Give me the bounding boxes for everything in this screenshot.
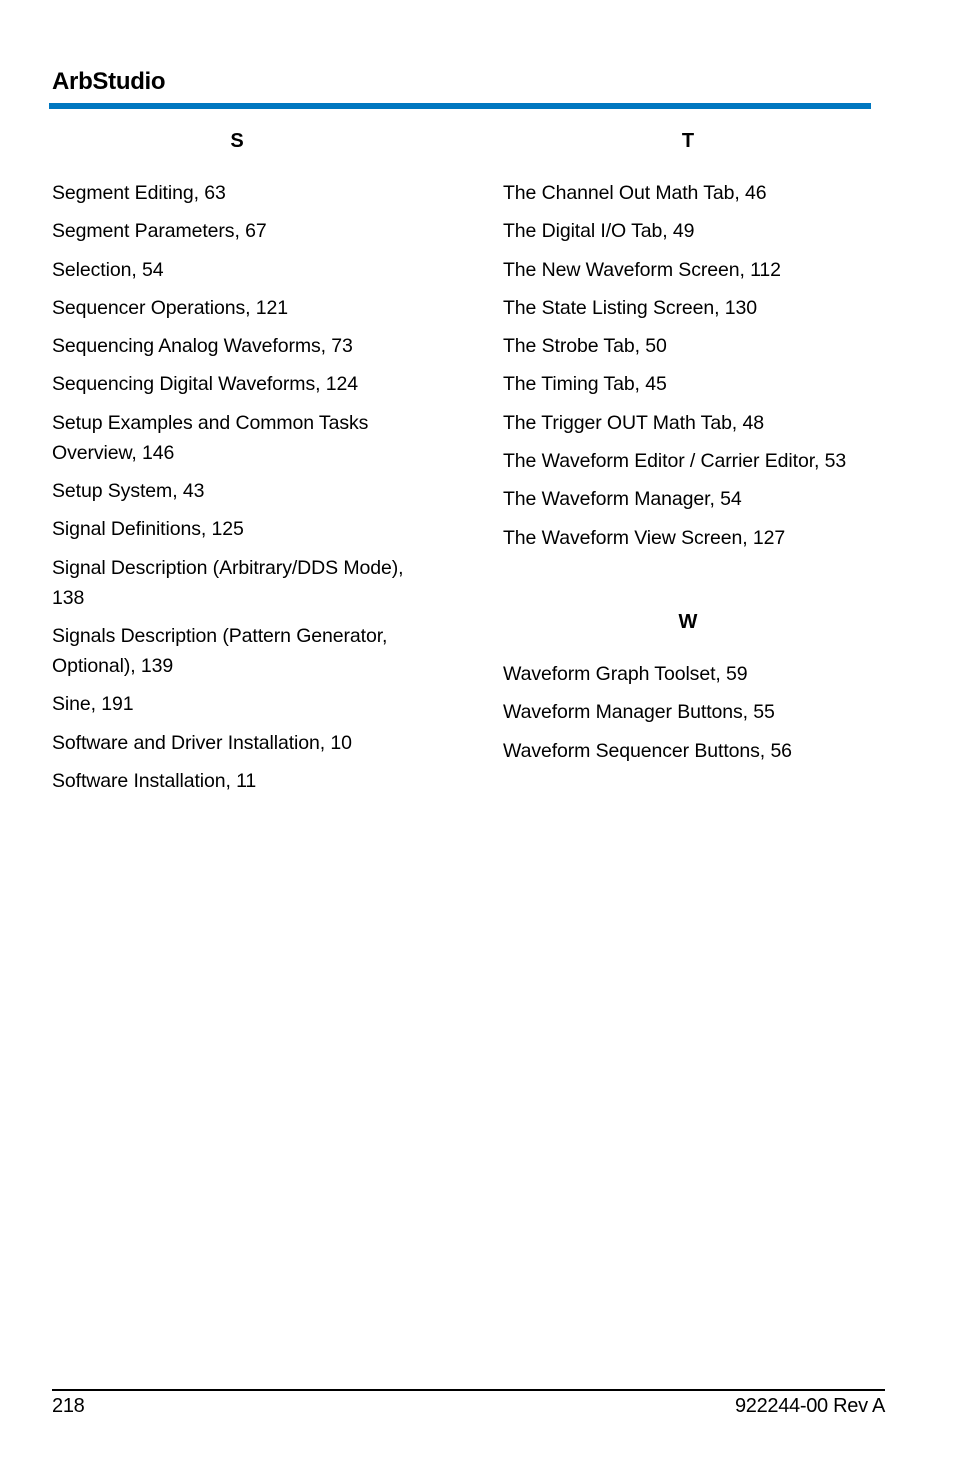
index-letter-heading: S: [230, 130, 244, 152]
header-rule: [49, 103, 871, 109]
index-entry[interactable]: The Waveform View Screen, 127: [503, 523, 873, 553]
index-entry[interactable]: Sequencing Analog Waveforms, 73: [52, 331, 422, 361]
index-entry[interactable]: Sequencer Operations, 121: [52, 293, 422, 323]
index-letter-heading: T: [681, 130, 695, 152]
page-number: 218: [52, 1395, 85, 1417]
index-entry[interactable]: Software Installation, 11: [52, 766, 422, 796]
index-entry[interactable]: Signals Description (Pattern Generator, …: [52, 621, 422, 681]
index-entry[interactable]: Sequencing Digital Waveforms, 124: [52, 369, 422, 399]
index-entry[interactable]: Segment Editing, 63: [52, 178, 422, 208]
index-entry[interactable]: Waveform Manager Buttons, 55: [503, 697, 873, 727]
index-column-left: S Segment Editing, 63 Segment Parameters, …: [52, 124, 422, 804]
index-letter-heading: W: [678, 610, 698, 633]
index-entry[interactable]: The Timing Tab, 45: [503, 369, 873, 399]
document-id: 922244-00 Rev A: [734, 1395, 885, 1417]
index-entry[interactable]: The New Waveform Screen, 112: [503, 255, 873, 285]
footer-rule: [52, 1389, 885, 1391]
index-entry[interactable]: Segment Parameters, 67: [52, 216, 422, 246]
index-entry[interactable]: The Strobe Tab, 50: [503, 331, 873, 361]
running-header-title: ArbStudio: [52, 68, 166, 95]
index-entry[interactable]: Setup System, 43: [52, 476, 422, 506]
index-entry[interactable]: The Waveform Manager, 54: [503, 484, 873, 514]
index-entry[interactable]: The Digital I/O Tab, 49: [503, 216, 873, 246]
index-entry[interactable]: Signal Definitions, 125: [52, 514, 422, 544]
index-entry[interactable]: The Channel Out Math Tab, 46: [503, 178, 873, 208]
index-entry[interactable]: Signal Description (Arbitrary/DDS Mode),…: [52, 553, 422, 613]
index-entry[interactable]: Selection, 54: [52, 255, 422, 285]
index-entry[interactable]: Sine, 191: [52, 689, 422, 719]
index-entry[interactable]: Waveform Sequencer Buttons, 56: [503, 736, 873, 766]
index-column-right: T The Channel Out Math Tab, 46 The Digital…: [503, 124, 873, 774]
index-entry[interactable]: Waveform Graph Toolset, 59: [503, 659, 873, 689]
index-entry[interactable]: Software and Driver Installation, 10: [52, 728, 422, 758]
index-entry[interactable]: Setup Examples and Common Tasks Overview…: [52, 408, 422, 468]
index-entry[interactable]: The State Listing Screen, 130: [503, 293, 873, 323]
index-entry[interactable]: The Trigger OUT Math Tab, 48: [503, 408, 873, 438]
index-entry[interactable]: The Waveform Editor / Carrier Editor, 53: [503, 446, 873, 476]
